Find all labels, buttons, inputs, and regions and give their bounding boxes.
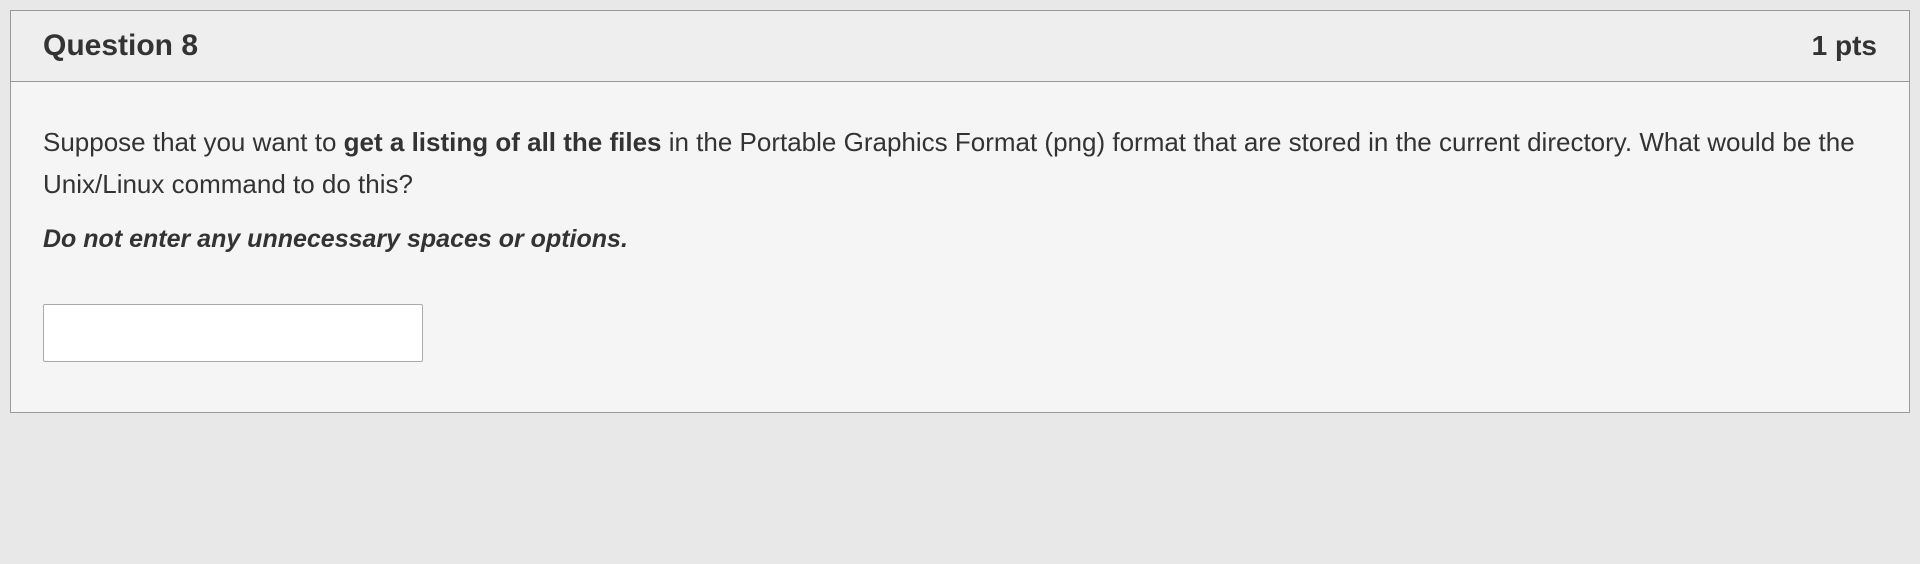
question-points: 1 pts — [1812, 30, 1877, 62]
question-container: Question 8 1 pts Suppose that you want t… — [10, 10, 1910, 413]
question-header: Question 8 1 pts — [11, 11, 1909, 82]
question-text: Suppose that you want to get a listing o… — [43, 122, 1877, 205]
answer-input[interactable] — [43, 304, 423, 362]
question-text-bold: get a listing of all the files — [344, 127, 662, 157]
question-instruction: Do not enter any unnecessary spaces or o… — [43, 225, 1877, 254]
question-title: Question 8 — [43, 29, 198, 63]
question-text-prefix: Suppose that you want to — [43, 127, 344, 157]
question-body: Suppose that you want to get a listing o… — [11, 82, 1909, 412]
